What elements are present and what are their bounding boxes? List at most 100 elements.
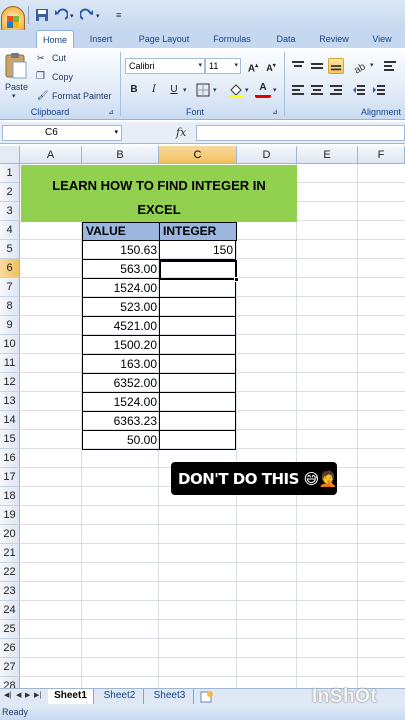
integer-cell[interactable] <box>159 355 236 374</box>
tab-insert[interactable]: Insert <box>82 30 120 48</box>
tab-review[interactable]: Review <box>313 30 355 48</box>
tab-home[interactable]: Home <box>36 30 74 49</box>
cut-button[interactable]: Cut <box>52 53 66 63</box>
column-header-e[interactable]: E <box>297 146 358 164</box>
font-color-button[interactable]: A <box>255 81 271 98</box>
next-sheet-icon[interactable]: ▶ <box>25 691 30 699</box>
undo-dropdown-icon[interactable]: ▾ <box>70 12 74 20</box>
value-cell[interactable]: 163.00 <box>82 355 159 374</box>
column-header-a[interactable]: A <box>20 146 82 164</box>
header-value-cell[interactable]: VALUE <box>82 222 160 241</box>
integer-cell[interactable] <box>159 298 236 317</box>
paste-label[interactable]: Paste <box>5 82 28 92</box>
row-header-26[interactable]: 26 <box>0 639 20 658</box>
active-cell-outline[interactable] <box>159 260 237 280</box>
fill-color-dropdown-icon[interactable]: ▾ <box>245 86 249 94</box>
copy-button[interactable]: Copy <box>52 72 73 82</box>
format-painter-button[interactable]: Format Painter <box>52 91 112 101</box>
tab-page-layout[interactable]: Page Layout <box>133 30 195 48</box>
orientation-icon[interactable]: ab <box>352 58 368 74</box>
row-header-27[interactable]: 27 <box>0 658 20 677</box>
value-cell[interactable]: 6363.23 <box>82 412 159 431</box>
undo-icon[interactable] <box>54 8 68 22</box>
redo-icon[interactable] <box>80 8 94 22</box>
paste-dropdown-icon[interactable]: ▾ <box>12 92 16 100</box>
row-header-19[interactable]: 19 <box>0 506 20 525</box>
row-header-14[interactable]: 14 <box>0 411 20 430</box>
row-header-8[interactable]: 8 <box>0 297 20 316</box>
select-all-corner[interactable] <box>0 146 20 164</box>
integer-cell[interactable]: 150 <box>159 241 236 260</box>
paste-icon[interactable] <box>4 52 28 80</box>
decrease-indent-icon[interactable] <box>352 83 366 97</box>
value-cell[interactable]: 6352.00 <box>82 374 159 393</box>
align-middle-icon[interactable] <box>310 59 324 73</box>
row-header-24[interactable]: 24 <box>0 601 20 620</box>
bold-button[interactable]: B <box>126 82 142 98</box>
integer-cell[interactable] <box>159 336 236 355</box>
value-cell[interactable]: 1524.00 <box>82 279 159 298</box>
value-cell[interactable]: 1500.20 <box>82 336 159 355</box>
font-launcher-icon[interactable]: ⊿ <box>272 108 278 116</box>
insert-sheet-icon[interactable] <box>200 690 214 703</box>
column-header-f[interactable]: F <box>358 146 405 164</box>
name-box[interactable]: C6 ▾ <box>2 125 122 141</box>
row-header-16[interactable]: 16 <box>0 449 20 468</box>
italic-button[interactable]: I <box>146 82 162 98</box>
tab-view[interactable]: View <box>366 30 398 48</box>
first-sheet-icon[interactable]: ◀| <box>4 691 11 699</box>
shrink-font-button[interactable]: A▾ <box>263 58 279 74</box>
cut-icon[interactable]: ✂ <box>37 53 45 64</box>
fill-handle[interactable] <box>234 277 239 282</box>
integer-cell[interactable] <box>159 393 236 412</box>
save-icon[interactable] <box>35 8 49 22</box>
orientation-dropdown-icon[interactable]: ▾ <box>370 61 374 69</box>
row-header-21[interactable]: 21 <box>0 544 20 563</box>
borders-dropdown-icon[interactable]: ▾ <box>213 86 217 94</box>
grow-font-button[interactable]: A▴ <box>245 58 261 74</box>
insert-function-icon[interactable]: fx <box>176 126 186 139</box>
column-header-c[interactable]: C <box>159 146 237 164</box>
row-header-3[interactable]: 3 <box>0 202 20 221</box>
tab-formulas[interactable]: Formulas <box>207 30 257 48</box>
row-header-25[interactable]: 25 <box>0 620 20 639</box>
header-integer-cell[interactable]: INTEGER <box>159 222 237 241</box>
formula-input[interactable] <box>196 125 405 141</box>
row-header-10[interactable]: 10 <box>0 335 20 354</box>
integer-cell[interactable] <box>159 431 236 450</box>
row-header-9[interactable]: 9 <box>0 316 20 335</box>
clipboard-launcher-icon[interactable]: ⊿ <box>108 108 114 116</box>
row-header-20[interactable]: 20 <box>0 525 20 544</box>
value-cell[interactable]: 563.00 <box>82 260 159 279</box>
row-header-12[interactable]: 12 <box>0 373 20 392</box>
row-header-22[interactable]: 22 <box>0 563 20 582</box>
redo-dropdown-icon[interactable]: ▾ <box>96 12 100 20</box>
font-color-dropdown-icon[interactable]: ▾ <box>273 86 277 94</box>
underline-button[interactable]: U <box>166 82 182 98</box>
customize-qat-icon[interactable]: ≡ <box>116 10 121 20</box>
value-cell[interactable]: 50.00 <box>82 431 159 450</box>
value-cell[interactable]: 1524.00 <box>82 393 159 412</box>
row-header-7[interactable]: 7 <box>0 278 20 297</box>
increase-indent-icon[interactable] <box>372 83 386 97</box>
column-header-d[interactable]: D <box>237 146 297 164</box>
value-cell[interactable]: 150.63 <box>82 241 159 260</box>
align-right-icon[interactable] <box>329 83 343 97</box>
prev-sheet-icon[interactable]: ◀ <box>16 691 21 699</box>
wrap-text-icon[interactable] <box>383 59 397 73</box>
integer-cell[interactable] <box>159 279 236 298</box>
align-top-icon[interactable] <box>291 59 305 73</box>
tab-data[interactable]: Data <box>270 30 302 48</box>
sheet-tab-1[interactable]: Sheet1 <box>48 689 94 704</box>
font-size-select[interactable]: 11 ▾ <box>205 58 241 74</box>
font-name-select[interactable]: Calibri ▾ <box>125 58 205 74</box>
row-header-2[interactable]: 2 <box>0 183 20 202</box>
row-header-18[interactable]: 18 <box>0 487 20 506</box>
row-header-4[interactable]: 4 <box>0 221 20 240</box>
align-center-icon[interactable] <box>310 83 324 97</box>
row-header-23[interactable]: 23 <box>0 582 20 601</box>
row-header-11[interactable]: 11 <box>0 354 20 373</box>
row-header-17[interactable]: 17 <box>0 468 20 487</box>
underline-dropdown-icon[interactable]: ▾ <box>183 86 187 94</box>
fill-color-icon[interactable] <box>228 82 244 98</box>
